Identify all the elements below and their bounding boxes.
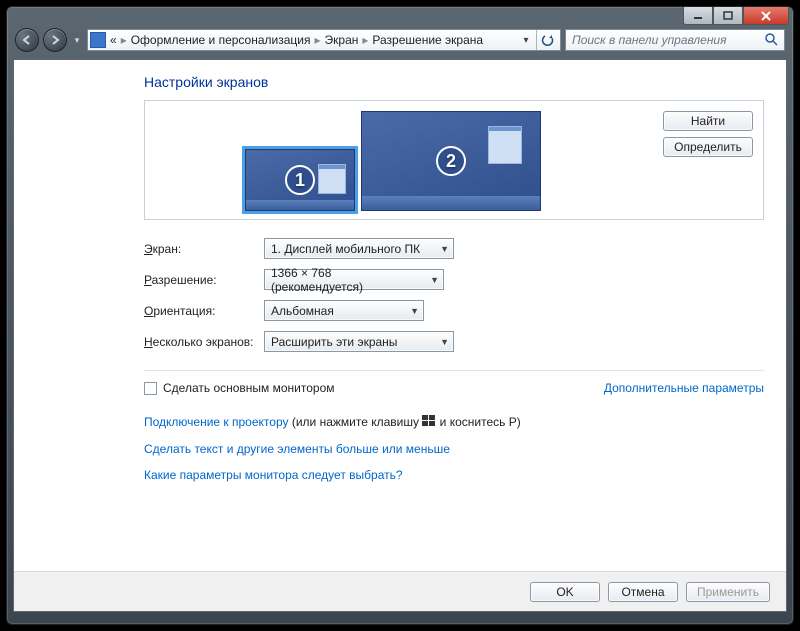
orientation-value: Альбомная — [271, 304, 334, 318]
window-preview-icon — [488, 126, 522, 164]
find-button[interactable]: Найти — [663, 111, 753, 131]
text-size-link[interactable]: Сделать текст и другие элементы больше и… — [144, 442, 450, 456]
display-row: Экран: 1. Дисплей мобильного ПК ▼ — [144, 238, 764, 259]
monitor-1[interactable]: 1 — [245, 149, 355, 211]
back-button[interactable] — [15, 28, 39, 52]
display-combo[interactable]: 1. Дисплей мобильного ПК ▼ — [264, 238, 454, 259]
resolution-label: Разрешение: — [144, 273, 264, 287]
window-preview-icon — [318, 164, 346, 194]
content-area: Настройки экранов 1 2 Найти Определить — [13, 59, 787, 612]
breadcrumb-sep-icon: ▸ — [358, 33, 372, 47]
close-button[interactable] — [743, 7, 789, 25]
minimize-button[interactable] — [683, 7, 713, 25]
windows-key-icon — [422, 410, 436, 436]
breadcrumb-seg3[interactable]: Разрешение экрана — [372, 33, 483, 47]
primary-monitor-checkbox[interactable] — [144, 382, 157, 395]
orientation-row: Ориентация: Альбомная ▼ — [144, 300, 764, 321]
search-input[interactable]: Поиск в панели управления — [565, 29, 785, 51]
button-bar: OK Отмена Применить — [14, 571, 786, 611]
chevron-down-icon: ▼ — [402, 306, 419, 316]
display-arrangement-panel[interactable]: 1 2 Найти Определить — [144, 100, 764, 220]
chevron-down-icon: ▼ — [432, 244, 449, 254]
maximize-button[interactable] — [713, 7, 743, 25]
breadcrumb-seg1[interactable]: Оформление и персонализация — [131, 33, 311, 47]
resolution-value: 1366 × 768 (рекомендуется) — [271, 266, 422, 294]
monitor-number-2: 2 — [436, 146, 466, 176]
projector-tail: и коснитесь P) — [436, 415, 520, 429]
projector-link[interactable]: Подключение к проектору — [144, 415, 289, 429]
monitors-group: 1 2 — [245, 111, 541, 211]
search-icon[interactable] — [764, 32, 778, 49]
breadcrumb-sep-icon: ▸ — [117, 33, 131, 47]
panel-buttons: Найти Определить — [663, 111, 753, 157]
navigation-bar: ▾ « ▸ Оформление и персонализация ▸ Экра… — [13, 25, 787, 55]
projector-line: Подключение к проектору (или нажмите кла… — [144, 409, 764, 436]
forward-button[interactable] — [43, 28, 67, 52]
page-title: Настройки экранов — [144, 74, 764, 90]
cancel-button[interactable]: Отмена — [608, 582, 678, 602]
multiple-displays-label: Несколько экранов: — [144, 335, 264, 349]
nav-history-dropdown[interactable]: ▾ — [71, 35, 83, 46]
address-bar[interactable]: « ▸ Оформление и персонализация ▸ Экран … — [87, 29, 561, 51]
display-value: 1. Дисплей мобильного ПК — [271, 242, 420, 256]
ok-button[interactable]: OK — [530, 582, 600, 602]
orientation-combo[interactable]: Альбомная ▼ — [264, 300, 424, 321]
breadcrumb-root[interactable]: « — [110, 33, 117, 47]
address-dropdown-icon[interactable]: ▾ — [518, 35, 534, 46]
resolution-row: Разрешение: 1366 × 768 (рекомендуется) ▼ — [144, 269, 764, 290]
display-label: Экран: — [144, 242, 264, 256]
resolution-combo[interactable]: 1366 × 768 (рекомендуется) ▼ — [264, 269, 444, 290]
control-panel-icon — [90, 32, 106, 48]
projector-plain: (или нажмите клавишу — [289, 415, 423, 429]
primary-monitor-label: Сделать основным монитором — [163, 381, 335, 395]
taskbar-icon — [362, 196, 540, 210]
multiple-displays-value: Расширить эти экраны — [271, 335, 397, 349]
which-settings-link[interactable]: Какие параметры монитора следует выбрать… — [144, 468, 403, 482]
multiple-displays-row: Несколько экранов: Расширить эти экраны … — [144, 331, 764, 352]
breadcrumb-seg2[interactable]: Экран — [325, 33, 359, 47]
breadcrumb-sep-icon: ▸ — [310, 33, 324, 47]
monitor-number-1: 1 — [285, 165, 315, 195]
apply-button[interactable]: Применить — [686, 582, 770, 602]
titlebar — [13, 7, 789, 25]
monitor-2[interactable]: 2 — [361, 111, 541, 211]
window-frame: ▾ « ▸ Оформление и персонализация ▸ Экра… — [6, 6, 794, 625]
advanced-settings-link[interactable]: Дополнительные параметры — [604, 381, 764, 395]
help-links: Подключение к проектору (или нажмите кла… — [144, 409, 764, 489]
refresh-button[interactable] — [536, 30, 558, 50]
search-placeholder: Поиск в панели управления — [572, 33, 727, 47]
orientation-label: Ориентация: — [144, 304, 264, 318]
multiple-displays-combo[interactable]: Расширить эти экраны ▼ — [264, 331, 454, 352]
primary-monitor-row: Сделать основным монитором Дополнительны… — [144, 370, 764, 395]
chevron-down-icon: ▼ — [432, 337, 449, 347]
detect-button[interactable]: Определить — [663, 137, 753, 157]
taskbar-icon — [246, 200, 354, 210]
chevron-down-icon: ▼ — [422, 275, 439, 285]
